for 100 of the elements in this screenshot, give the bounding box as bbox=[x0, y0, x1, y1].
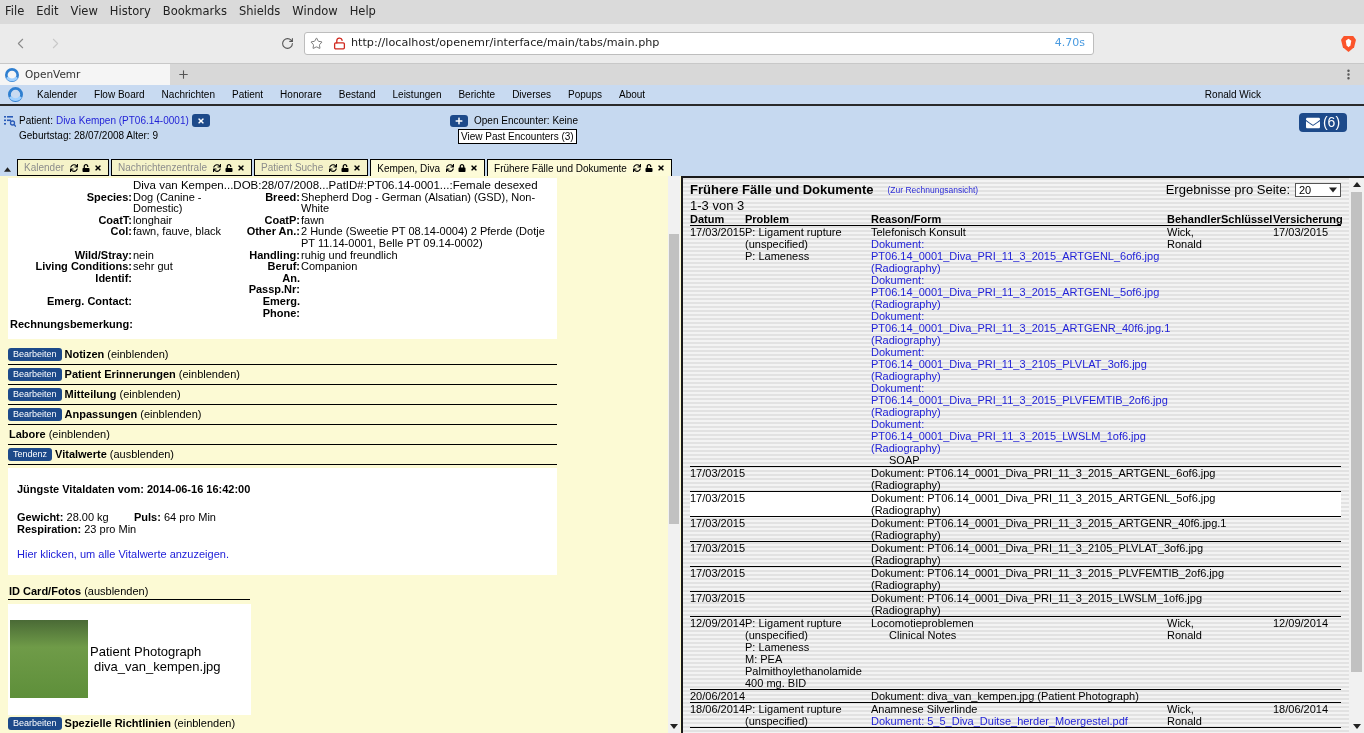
menu-item[interactable]: View bbox=[70, 3, 98, 21]
column-header: Reason/Form bbox=[871, 213, 942, 225]
user-name[interactable]: Ronald Wick bbox=[1204, 87, 1261, 102]
unlock-icon[interactable] bbox=[644, 164, 653, 172]
edit-button[interactable]: Tendenz bbox=[8, 447, 53, 461]
toggle-link[interactable]: (einblenden) bbox=[119, 385, 181, 403]
refresh-icon[interactable] bbox=[329, 163, 338, 172]
toggle-link[interactable]: (einblenden) bbox=[173, 715, 236, 732]
insurance-date: 17/03/2015 bbox=[1273, 226, 1329, 238]
menu-item[interactable]: File bbox=[5, 3, 25, 21]
menu-item[interactable]: Edit bbox=[36, 3, 59, 21]
nav-menu-item[interactable]: Diverses bbox=[512, 87, 552, 102]
toggle-link[interactable]: (einblenden) bbox=[178, 365, 240, 383]
shield-icon[interactable] bbox=[1341, 35, 1356, 52]
nav-menu-item[interactable]: Popups bbox=[568, 87, 602, 102]
refresh-icon[interactable] bbox=[70, 163, 79, 172]
unlock-icon[interactable] bbox=[224, 163, 233, 172]
field-value: Companion bbox=[301, 260, 358, 273]
close-patient-button[interactable] bbox=[191, 114, 210, 127]
table-row[interactable]: 20/06/2014 Dokument: diva_van_kempen.jpg (Patient Photograph) bbox=[690, 690, 1341, 703]
table-row[interactable]: 17/03/2015 Dokument: PT06.14_0001_Diva_PRI_11_3_2105_PLVLAT_3of6.jpg (Radiography) bbox=[690, 542, 1341, 567]
unlock-icon[interactable] bbox=[82, 163, 91, 172]
close-icon[interactable] bbox=[470, 164, 479, 172]
edit-button[interactable]: Bearbeiten bbox=[8, 407, 62, 421]
table-row[interactable]: 17/03/2015 Dokument: PT06.14_0001_Diva_PRI_11_3_2015_ARTGENR_40f6.jpg.1 (Radiography) bbox=[690, 517, 1341, 542]
nav-menu-item[interactable]: Berichte bbox=[458, 87, 496, 102]
patient-label: Patient: bbox=[19, 114, 53, 128]
billing-view-link[interactable]: (Zur Rechnungsansicht) bbox=[887, 183, 979, 197]
table-row[interactable]: 17/03/2015 Dokument: PT06.14_0001_Diva_PRI_11_3_2015_LWSLM_1of6.jpg (Radiography) bbox=[690, 592, 1341, 617]
document-link[interactable]: Dokument: PT06.14_0001_Diva_PRI_11_3_2105_PLVLAT_3of6.jpg (Radiography) bbox=[871, 346, 1167, 382]
document-text: Dokument: PT06.14_0001_Diva_PRI_11_3_2015_PLVFEMTIB_2of6.jpg (Radiography) bbox=[871, 567, 1225, 591]
nav-menu-item[interactable]: Honorare bbox=[280, 87, 322, 102]
browser-tab[interactable]: OpenVemr bbox=[0, 64, 170, 85]
close-icon[interactable] bbox=[353, 163, 362, 172]
close-icon[interactable] bbox=[94, 163, 103, 172]
list-search-icon[interactable] bbox=[4, 114, 16, 127]
nav-menu-item[interactable]: Kalender bbox=[37, 87, 78, 102]
document-link[interactable]: Dokument: PT06.14_0001_Diva_PRI_11_3_2015_LWSLM_1of6.jpg (Radiography) bbox=[871, 418, 1167, 454]
nav-menu-item[interactable]: Leistungen bbox=[392, 87, 442, 102]
table-row[interactable] bbox=[690, 226, 1341, 467]
column-header: Behandler bbox=[1167, 213, 1221, 225]
close-icon[interactable] bbox=[656, 164, 665, 172]
refresh-icon[interactable] bbox=[446, 164, 455, 172]
toggle-link[interactable]: (einblenden) bbox=[48, 425, 110, 443]
nav-menu-item[interactable]: Bestand bbox=[338, 87, 376, 102]
patient-name-link[interactable]: Diva Kempen (PT06.14-0001) bbox=[55, 113, 189, 128]
document-link[interactable]: Dokument: PT06.14_0001_Diva_PRI_11_3_2015_ARTGENL_6of6.jpg (Radiography) bbox=[871, 238, 1167, 274]
menu-item[interactable]: Shields bbox=[239, 3, 281, 21]
menu-item[interactable]: Window bbox=[292, 3, 338, 21]
toggle-link[interactable]: (ausblenden) bbox=[109, 445, 175, 463]
table-row[interactable]: 17/03/2015 Dokument: PT06.14_0001_Diva_PRI_11_3_2015_ARTGENL_5of6.jpg (Radiography) bbox=[690, 492, 1341, 517]
scrollbar-thumb[interactable] bbox=[1351, 192, 1362, 672]
problem-text: P: Ligament rupture (unspecified) bbox=[745, 617, 842, 641]
refresh-icon[interactable] bbox=[632, 164, 641, 172]
vitals-link[interactable]: Hier klicken, um alle Vitalwerte anzuzeigen. bbox=[17, 547, 229, 560]
field-value: fawn bbox=[301, 213, 325, 226]
toggle-link[interactable]: (ausblenden) bbox=[84, 583, 149, 600]
menu-item[interactable]: Help bbox=[349, 3, 376, 21]
star-icon[interactable] bbox=[310, 37, 323, 50]
reload-icon[interactable] bbox=[281, 37, 294, 50]
past-encounters-button[interactable]: View Past Encounters (3) bbox=[458, 129, 577, 144]
toggle-link[interactable]: (einblenden) bbox=[140, 405, 202, 423]
edit-button[interactable]: Bearbeiten bbox=[8, 387, 62, 401]
document-link[interactable]: Dokument: 5_5_Diva_Duitse_herder_Moergestel.pdf bbox=[871, 715, 1167, 727]
table-row[interactable]: 17/03/2015 Dokument: PT06.14_0001_Diva_PRI_11_3_2015_PLVFEMTIB_2of6.jpg (Radiography) bbox=[690, 567, 1341, 592]
scrollbar[interactable] bbox=[1349, 178, 1364, 733]
messages-button[interactable]: (6) bbox=[1299, 113, 1347, 132]
url-text: http://localhost/openemr/interface/main/tabs/main.php bbox=[351, 35, 660, 52]
vital-reading: Puls: 64 pro Min bbox=[134, 510, 216, 523]
menu-item[interactable]: Bookmarks bbox=[162, 3, 227, 21]
scrollbar[interactable] bbox=[668, 176, 680, 733]
form-text[interactable]: SOAP bbox=[889, 454, 920, 466]
menu-item[interactable]: History bbox=[109, 3, 151, 21]
edit-button[interactable]: Bearbeiten bbox=[8, 367, 62, 381]
nav-menu-item[interactable]: About bbox=[618, 87, 646, 102]
tab[interactable]: Kempen, Diva bbox=[370, 159, 486, 176]
column-header: Schlüssel bbox=[1221, 213, 1273, 225]
table-row[interactable]: 12/09/2014P: Ligament rupture (unspecified) P: Lameness M: PEA Palmithoylethanolamide 400 mg. BID Locomotieproblemen Clinical Notes Wick, Ronald 12/09/2014 bbox=[690, 617, 1341, 690]
document-link[interactable]: Dokument: PT06.14_0001_Diva_PRI_11_3_2015_PLVFEMTIB_2of6.jpg (Radiography) bbox=[871, 382, 1167, 418]
new-tab-icon[interactable] bbox=[177, 68, 190, 81]
panel-title: Frühere Fälle und Dokumente bbox=[690, 181, 874, 200]
form-text[interactable]: Clinical Notes bbox=[889, 629, 957, 641]
nav-menu-item[interactable]: Flow Board bbox=[94, 87, 145, 102]
refresh-icon[interactable] bbox=[212, 163, 221, 172]
scrollbar-thumb[interactable] bbox=[669, 234, 679, 524]
close-icon[interactable] bbox=[236, 163, 245, 172]
nav-menu-item[interactable]: Patient bbox=[231, 87, 264, 102]
new-encounter-button[interactable] bbox=[450, 114, 468, 127]
toggle-link[interactable]: (einblenden) bbox=[107, 345, 169, 363]
unlock-icon[interactable] bbox=[341, 163, 350, 172]
table-row[interactable]: 18/06/2014P: Ligament rupture (unspecified) Anamnese Silverlinde Dokument: 5_5_Diva_Duitse_herder_Moergestel.pdf Wick, Ronald 18/06/2014 bbox=[690, 703, 1341, 728]
document-link[interactable]: Dokument: PT06.14_0001_Diva_PRI_11_3_2015_ARTGENL_5of6.jpg (Radiography) bbox=[871, 274, 1167, 310]
per-page-select[interactable]: 20 bbox=[1295, 183, 1341, 197]
edit-button[interactable]: Bearbeiten bbox=[8, 347, 62, 361]
tab[interactable]: Frühere Fälle und Dokumente bbox=[487, 159, 672, 176]
lock-icon[interactable] bbox=[458, 164, 467, 172]
url-field[interactable]: http://localhost/openemr/interface/main/tabs/main.php 4.70s bbox=[304, 32, 1094, 55]
nav-menu-item[interactable]: Nachrichten bbox=[161, 87, 215, 102]
edit-button[interactable]: Bearbeiten bbox=[8, 717, 62, 731]
field-label: CoatP: bbox=[264, 213, 300, 226]
